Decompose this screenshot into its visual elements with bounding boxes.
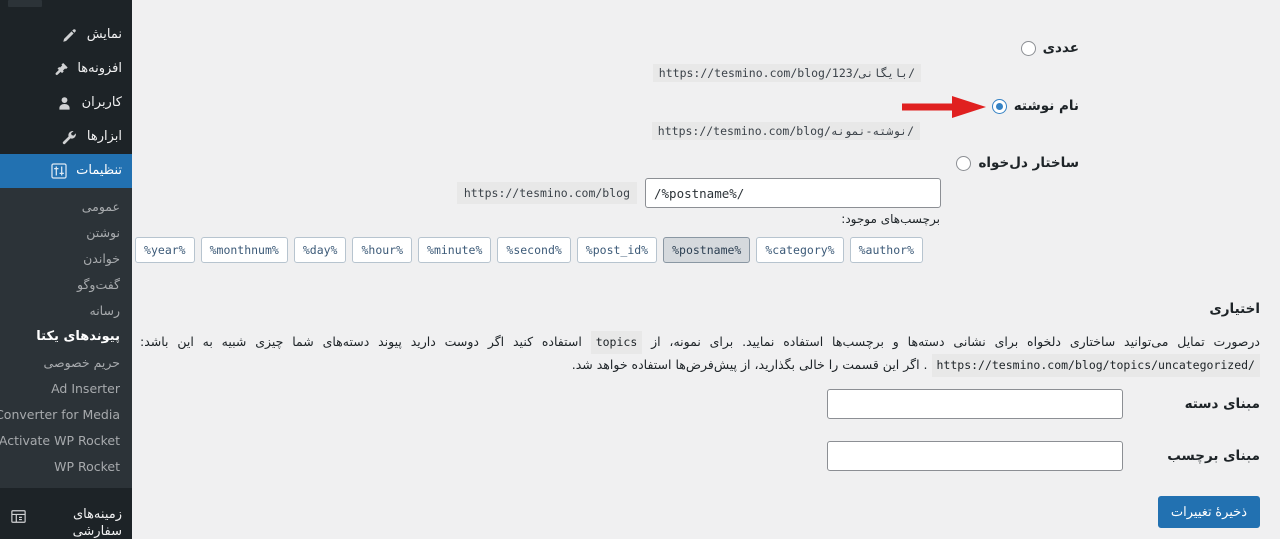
submenu-item-reading[interactable]: خواندن xyxy=(0,246,132,272)
permalink-example-postname: https://tesmino.com/blog/نوشته-نمونه/ xyxy=(651,122,920,140)
settings-main-content: عددی https://tesmino.com/blog/بایگانی/12… xyxy=(132,0,1280,539)
submenu-item-general[interactable]: عمومی xyxy=(0,194,132,220)
available-tags-label: برچسب‌های موجود: xyxy=(841,212,940,226)
sidebar-top-group: نمایش افزونه‌ها کاربران ابزارها xyxy=(0,0,132,188)
submenu-item-converter-for-media[interactable]: Converter for Media xyxy=(0,402,132,428)
sidebar-item-label: افزونه‌ها xyxy=(77,61,122,76)
custom-fields-grid-icon xyxy=(8,506,28,526)
sidebar-bottom-group: زمینه‌های سفارشی تنظیمات قالب ایمیل xyxy=(0,497,132,539)
tag-base-label: مبنای برچسب xyxy=(1167,448,1260,464)
appearance-brush-icon xyxy=(60,25,80,45)
sidebar-item-tools[interactable]: ابزارها xyxy=(0,120,132,154)
category-base-input[interactable] xyxy=(827,389,1123,419)
tag-button-hour[interactable]: %hour% xyxy=(352,237,413,263)
permalink-option-custom-label: ساختار دل‌خواه xyxy=(978,155,1079,171)
submenu-item-writing[interactable]: نوشتن xyxy=(0,220,132,246)
tag-button-post-id[interactable]: %post_id% xyxy=(576,237,658,263)
tag-base-row: مبنای برچسب xyxy=(140,441,1260,471)
tag-button-category[interactable]: %category% xyxy=(756,237,844,263)
submenu-item-media[interactable]: رسانه xyxy=(0,298,132,324)
sidebar-item-label: ابزارها xyxy=(86,129,122,144)
permalink-option-postname-radio[interactable] xyxy=(991,98,1007,114)
custom-structure-input[interactable] xyxy=(645,178,941,208)
optional-code-topics: topics xyxy=(590,331,643,354)
tag-button-monthnum[interactable]: %monthnum% xyxy=(200,237,288,263)
tag-button-postname[interactable]: %postname% xyxy=(663,237,751,263)
plugins-plug-icon xyxy=(50,59,70,79)
red-arrow-annotation xyxy=(902,96,986,118)
submenu-item-wp-rocket[interactable]: WP Rocket xyxy=(0,454,132,480)
tag-button-second[interactable]: %second% xyxy=(497,237,571,263)
optional-section-title: اختیاری xyxy=(1209,301,1260,317)
submenu-item-discussion[interactable]: گفت‌وگو xyxy=(0,272,132,298)
optional-description-part3: . اگر این قسمت را خالی بگذارید، از پیش‌ف… xyxy=(571,357,928,372)
submenu-item-activate-wp-rocket[interactable]: Activate WP Rocket xyxy=(0,428,132,454)
custom-structure-row: https://tesmino.com/blog xyxy=(456,178,941,208)
sidebar-separator xyxy=(0,488,132,497)
save-changes-button[interactable]: ذخیرهٔ تغییرات xyxy=(1157,496,1260,528)
optional-code-url: https://tesmino.com/blog/topics/uncatego… xyxy=(931,354,1260,377)
permalink-option-numeric-label: عددی xyxy=(1042,40,1079,56)
settings-sliders-icon xyxy=(49,161,69,181)
permalinks-form: عددی https://tesmino.com/blog/بایگانی/12… xyxy=(132,0,1280,539)
optional-description-part2: استفاده کنید اگر دوست دارید پیوند دسته‌ه… xyxy=(140,334,582,349)
sidebar-item-custom-fields[interactable]: زمینه‌های سفارشی xyxy=(0,499,132,539)
permalink-option-postname[interactable]: نام نوشته xyxy=(991,98,1079,114)
permalink-option-postname-label: نام نوشته xyxy=(1013,98,1079,114)
permalink-option-numeric[interactable]: عددی xyxy=(1020,40,1079,56)
category-base-row: مبنای دسته xyxy=(140,389,1260,419)
submenu-item-ad-inserter[interactable]: Ad Inserter xyxy=(0,376,132,402)
sidebar-item-label: نمایش xyxy=(86,27,122,42)
sidebar-item-label: کاربران xyxy=(81,95,122,110)
sidebar-item-settings[interactable]: تنظیمات xyxy=(0,154,132,188)
sidebar-item-label: زمینه‌های سفارشی xyxy=(72,507,122,539)
permalink-option-custom-radio[interactable] xyxy=(956,155,972,171)
tag-base-input[interactable] xyxy=(827,441,1123,471)
sidebar-item-plugins[interactable]: افزونه‌ها xyxy=(0,52,132,86)
tag-button-author[interactable]: %author% xyxy=(849,237,923,263)
wp-admin-screen: نمایش افزونه‌ها کاربران ابزارها xyxy=(0,0,1280,539)
optional-description-part1: درصورت تمایل می‌توانید ساختاری دلخواه بر… xyxy=(651,334,1261,349)
tag-button-minute[interactable]: %minute% xyxy=(418,237,492,263)
submenu-item-privacy[interactable]: حریم خصوصی xyxy=(0,350,132,376)
tag-button-year[interactable]: %year% xyxy=(135,237,195,263)
optional-description: درصورت تمایل می‌توانید ساختاری دلخواه بر… xyxy=(140,331,1260,377)
available-tags-bar: %author% %category% %postname% %post_id%… xyxy=(135,237,923,263)
sidebar-item-label: تنظیمات xyxy=(76,163,122,178)
permalink-example-numeric: https://tesmino.com/blog/بایگانی/123/ xyxy=(652,64,921,82)
tools-wrench-icon xyxy=(60,127,80,147)
category-base-label: مبنای دسته xyxy=(1184,396,1260,412)
submenu-item-permalinks[interactable]: پیوندهای یکتا xyxy=(0,324,132,350)
sidebar-item-appearance[interactable]: نمایش xyxy=(0,18,132,52)
settings-submenu: عمومی نوشتن خواندن گفت‌وگو رسانه پیوندها… xyxy=(0,188,132,488)
users-person-icon xyxy=(55,93,75,113)
permalink-option-custom[interactable]: ساختار دل‌خواه xyxy=(956,155,1079,171)
adminbar-stub xyxy=(8,0,42,7)
admin-sidebar: نمایش افزونه‌ها کاربران ابزارها xyxy=(0,0,132,539)
tag-button-day[interactable]: %day% xyxy=(293,237,347,263)
sidebar-item-users[interactable]: کاربران xyxy=(0,86,132,120)
permalink-option-numeric-radio[interactable] xyxy=(1020,40,1036,56)
custom-structure-prefix: https://tesmino.com/blog xyxy=(456,182,637,204)
